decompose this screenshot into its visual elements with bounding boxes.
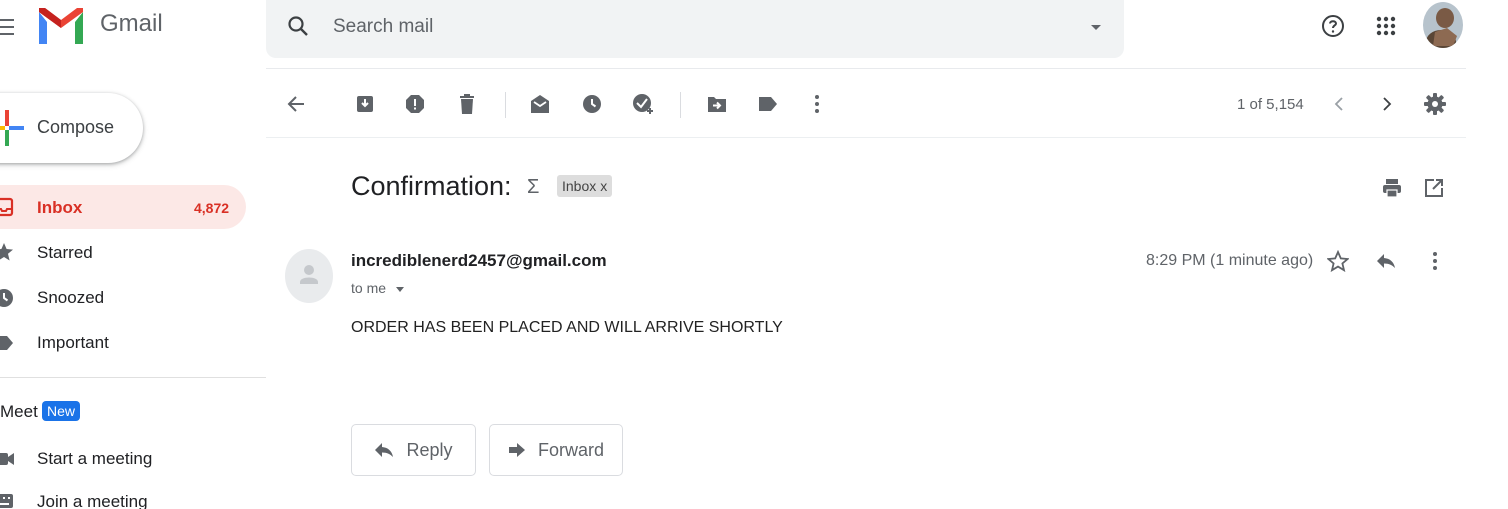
sender-email[interactable]: incrediblenerd2457@gmail.com — [351, 251, 607, 271]
header-divider — [266, 68, 1466, 69]
archive-icon[interactable] — [349, 88, 381, 120]
label-icon[interactable] — [752, 88, 784, 120]
snooze-icon[interactable] — [576, 88, 608, 120]
reply-button[interactable]: Reply — [351, 424, 476, 476]
sidebar-item-label: Important — [37, 333, 109, 352]
settings-gear-icon[interactable] — [1419, 88, 1451, 120]
print-icon[interactable] — [1376, 172, 1408, 204]
sender-avatar[interactable] — [285, 249, 333, 303]
sidebar-item-label: Join a meeting — [37, 492, 148, 509]
older-chevron-right-icon[interactable] — [1371, 88, 1403, 120]
forward-icon — [508, 443, 526, 457]
email-timestamp: 8:29 PM (1 minute ago) — [1146, 252, 1314, 269]
sidebar-item-label: Inbox — [37, 198, 83, 217]
apps-grid-icon[interactable] — [1370, 10, 1402, 42]
star-icon — [0, 242, 14, 262]
sidebar-divider — [0, 377, 266, 378]
reply-icon — [374, 442, 394, 458]
reply-label: Reply — [406, 439, 453, 460]
sidebar-item-label: Start a meeting — [37, 449, 153, 468]
importance-marker-icon: Σ — [527, 176, 540, 198]
email-body: ORDER HAS BEEN PLACED AND WILL ARRIVE SH… — [351, 319, 783, 336]
important-icon — [0, 335, 14, 351]
report-spam-icon[interactable] — [399, 88, 431, 120]
app-name: Gmail — [100, 10, 163, 37]
toolbar-bottom-divider — [266, 137, 1466, 138]
keyboard-icon — [0, 493, 14, 509]
recipient-details[interactable]: to me — [351, 280, 404, 296]
label-chip-text: Inbox — [562, 178, 597, 194]
toolbar-divider — [680, 92, 681, 118]
sidebar-item-label: Starred — [37, 243, 93, 262]
search-input[interactable]: Search mail — [333, 16, 433, 38]
reply-icon[interactable] — [1370, 245, 1402, 277]
delete-icon[interactable] — [451, 88, 483, 120]
mark-unread-icon[interactable] — [524, 88, 556, 120]
compose-label: Compose — [37, 117, 115, 137]
open-new-window-icon[interactable] — [1418, 172, 1450, 204]
unread-count: 4,872 — [194, 200, 230, 216]
account-avatar[interactable] — [1423, 2, 1463, 48]
message-more-vert-icon[interactable] — [1419, 245, 1451, 277]
star-outline-icon[interactable] — [1322, 245, 1354, 277]
video-icon — [0, 451, 16, 467]
pagination-count: 1 of 5,154 — [1237, 96, 1304, 113]
recipient-label: to me — [351, 280, 387, 296]
gmail-logo-icon[interactable] — [37, 6, 85, 46]
remove-label-button[interactable]: x — [600, 178, 607, 194]
recipient-chevron-down-icon[interactable] — [395, 286, 404, 292]
clock-icon — [0, 288, 14, 308]
main-menu-icon[interactable] — [0, 12, 18, 42]
email-subject: Confirmation: — [351, 171, 512, 201]
help-icon[interactable] — [1317, 10, 1349, 42]
compose-plus-icon — [0, 110, 24, 146]
add-to-tasks-icon[interactable] — [627, 88, 659, 120]
inbox-icon — [0, 197, 14, 217]
newer-chevron-left-icon[interactable] — [1323, 88, 1355, 120]
back-arrow-icon[interactable] — [280, 88, 312, 120]
sidebar-item-label: Snoozed — [37, 288, 105, 307]
move-to-icon[interactable] — [701, 88, 733, 120]
meet-section-title: Meet — [0, 402, 38, 421]
new-badge: New — [42, 401, 81, 421]
search-icon[interactable] — [282, 10, 314, 42]
more-vert-icon[interactable] — [801, 88, 833, 120]
toolbar-divider — [505, 92, 506, 118]
label-chip: Inbox x — [557, 175, 613, 197]
forward-button[interactable]: Forward — [489, 424, 623, 476]
search-options-chevron-down-icon[interactable] — [1080, 12, 1112, 44]
forward-label: Forward — [537, 439, 604, 460]
